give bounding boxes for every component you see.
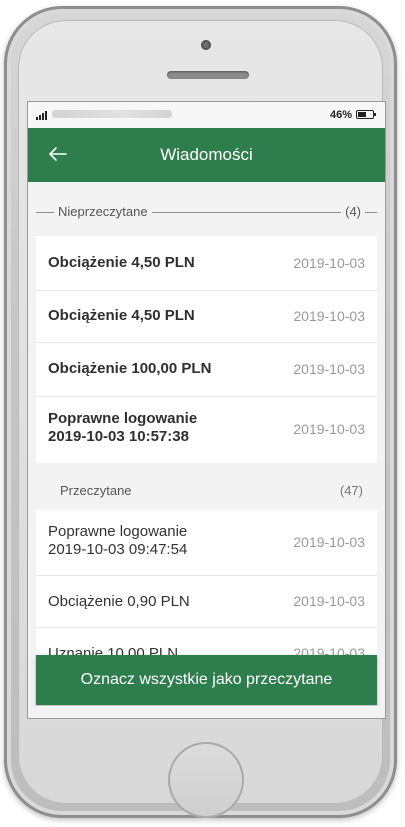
front-camera [201, 40, 211, 50]
earpiece-speaker [167, 71, 249, 79]
message-row[interactable]: Poprawne logowanie 2019-10-03 09:47:54 2… [36, 510, 377, 576]
message-date: 2019-10-03 [293, 534, 365, 550]
message-title: Poprawne logowanie 2019-10-03 10:57:38 [48, 410, 198, 445]
message-title: Poprawne logowanie 2019-10-03 09:47:54 [48, 523, 188, 558]
battery-percentage: 46% [329, 109, 352, 121]
phone-frame: 46% Wiadomości Nieprzeczytane (4) Obciąż… [4, 6, 397, 818]
message-date: 2019-10-03 [293, 308, 365, 324]
carrier-info [52, 110, 172, 118]
message-row[interactable]: Obciążenie 0,90 PLN 2019-10-03 [36, 576, 377, 628]
battery-icon [356, 110, 376, 119]
home-button[interactable] [168, 742, 244, 818]
message-date: 2019-10-03 [293, 593, 365, 609]
message-row[interactable]: Obciążenie 4,50 PLN 2019-10-03 [36, 291, 377, 343]
page-title: Wiadomości [160, 145, 253, 164]
read-section-label: Przeczytane [60, 483, 132, 498]
status-bar: 46% [28, 102, 385, 128]
message-date: 2019-10-03 [293, 421, 365, 437]
unread-count: (4) [341, 204, 365, 219]
message-title: Obciążenie 4,50 PLN [48, 307, 195, 324]
unread-list: Obciążenie 4,50 PLN 2019-10-03 Obciążeni… [36, 236, 377, 463]
message-title: Obciążenie 0,90 PLN [48, 593, 190, 610]
message-row[interactable]: Obciążenie 4,50 PLN 2019-10-03 [36, 236, 377, 291]
message-title: Obciążenie 100,00 PLN [48, 360, 212, 377]
message-date: 2019-10-03 [293, 255, 365, 271]
message-row[interactable]: Poprawne logowanie 2019-10-03 10:57:38 2… [36, 397, 377, 463]
message-row[interactable]: Obciążenie 100,00 PLN 2019-10-03 [36, 343, 377, 397]
app-screen: 46% Wiadomości Nieprzeczytane (4) Obciąż… [28, 102, 385, 718]
app-bar: Wiadomości [28, 128, 385, 182]
unread-section-label: Nieprzeczytane [54, 204, 152, 219]
signal-icon [36, 111, 47, 120]
unread-section-header: Nieprzeczytane (4) [36, 204, 377, 220]
read-section-header: Przeczytane (47) [36, 473, 377, 507]
read-count: (47) [339, 483, 363, 498]
mark-all-read-button[interactable]: Oznacz wszystkie jako przeczytane [36, 655, 377, 705]
message-date: 2019-10-03 [293, 361, 365, 377]
screen-bottom [28, 706, 385, 718]
message-title: Obciążenie 4,50 PLN [48, 254, 195, 271]
